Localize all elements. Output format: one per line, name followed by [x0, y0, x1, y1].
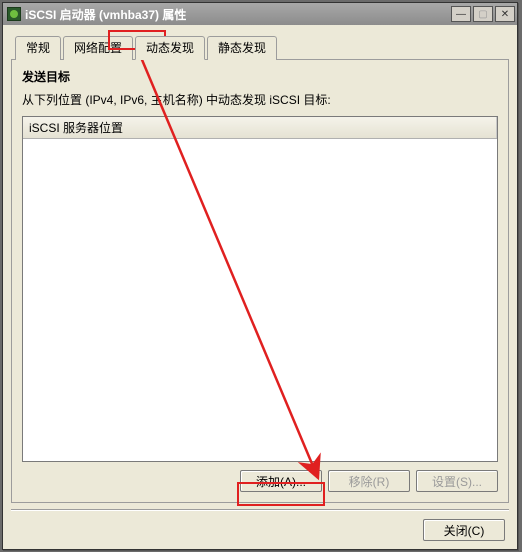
- tab-general[interactable]: 常规: [15, 36, 61, 60]
- remove-button: 移除(R): [328, 470, 410, 492]
- list-body[interactable]: [23, 139, 497, 461]
- tab-panel: 发送目标 从下列位置 (IPv4, IPv6, 主机名称) 中动态发现 iSCS…: [11, 60, 509, 503]
- tab-static-discovery[interactable]: 静态发现: [207, 36, 277, 60]
- dialog-button-row: 关闭(C): [11, 511, 509, 541]
- panel-description: 从下列位置 (IPv4, IPv6, 主机名称) 中动态发现 iSCSI 目标:: [22, 91, 498, 108]
- column-header-location[interactable]: iSCSI 服务器位置: [23, 117, 497, 138]
- add-button[interactable]: 添加(A)...: [240, 470, 322, 492]
- client-area: 常规 网络配置 动态发现 静态发现 发送目标 从下列位置 (IPv4, IPv6…: [3, 25, 517, 549]
- app-icon: [7, 7, 21, 21]
- tab-dynamic-discovery[interactable]: 动态发现: [135, 36, 205, 60]
- panel-title: 发送目标: [22, 68, 498, 85]
- titlebar: iSCSI 启动器 (vmhba37) 属性 — ▢ ✕: [3, 3, 517, 25]
- tab-network-config[interactable]: 网络配置: [63, 36, 133, 60]
- dialog-window: iSCSI 启动器 (vmhba37) 属性 — ▢ ✕ 常规 网络配置 动态发…: [2, 2, 518, 550]
- settings-button: 设置(S)...: [416, 470, 498, 492]
- maximize-button[interactable]: ▢: [473, 6, 493, 22]
- minimize-button[interactable]: —: [451, 6, 471, 22]
- window-title: iSCSI 启动器 (vmhba37) 属性: [25, 6, 451, 23]
- close-window-button[interactable]: ✕: [495, 6, 515, 22]
- tabs-row: 常规 网络配置 动态发现 静态发现: [11, 35, 509, 60]
- iscsi-server-list[interactable]: iSCSI 服务器位置: [22, 116, 498, 462]
- list-header: iSCSI 服务器位置: [23, 117, 497, 139]
- panel-button-row: 添加(A)... 移除(R) 设置(S)...: [22, 470, 498, 492]
- close-button[interactable]: 关闭(C): [423, 519, 505, 541]
